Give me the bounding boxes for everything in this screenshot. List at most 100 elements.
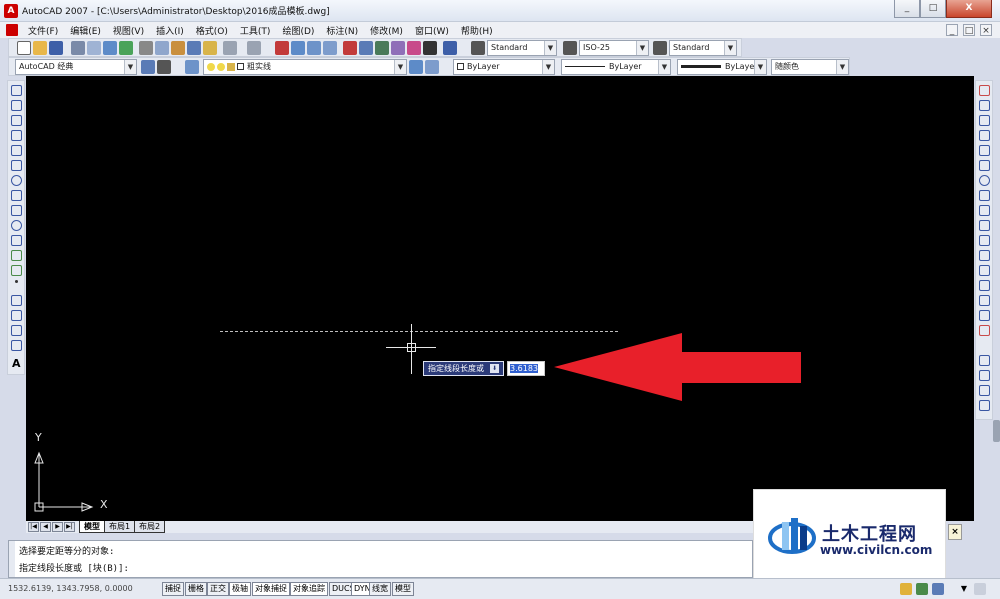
- text-style-select[interactable]: Standard ▼: [487, 40, 557, 56]
- tab-first-button[interactable]: |◀: [28, 522, 39, 532]
- menu-view[interactable]: 视图(V): [113, 24, 144, 37]
- dynamic-input-field[interactable]: 3.6183: [507, 361, 545, 376]
- help-icon[interactable]: [443, 41, 457, 55]
- dim-style-icon[interactable]: [563, 41, 577, 55]
- undo-icon[interactable]: [223, 41, 237, 55]
- doc-restore-button[interactable]: □: [963, 24, 975, 36]
- markup-icon[interactable]: [407, 41, 421, 55]
- menu-draw[interactable]: 绘图(D): [282, 24, 314, 37]
- tab-prev-button[interactable]: ◀: [40, 522, 51, 532]
- menu-insert[interactable]: 插入(I): [156, 24, 184, 37]
- plot-style-select[interactable]: 随颜色 ▼: [771, 59, 849, 75]
- ellipse-icon[interactable]: [11, 220, 22, 231]
- lineweight-toggle[interactable]: 线宽: [369, 582, 391, 596]
- command-window[interactable]: 选择要定距等分的对象: 指定线段长度或 [块(B)]:: [8, 540, 753, 578]
- window-resize-handle[interactable]: [993, 420, 1000, 442]
- layer-manager-icon[interactable]: [185, 60, 199, 74]
- block-editor-icon[interactable]: [203, 41, 217, 55]
- coordinate-readout[interactable]: 1532.6139, 1343.7958, 0.0000: [8, 584, 133, 593]
- menu-edit[interactable]: 编辑(E): [70, 24, 101, 37]
- copy-icon[interactable]: [155, 41, 169, 55]
- region-icon[interactable]: [11, 325, 22, 336]
- tab-model[interactable]: 模型: [79, 521, 105, 533]
- close-button[interactable]: X: [946, 0, 992, 18]
- status-menu-arrow-icon[interactable]: ▼: [958, 583, 970, 595]
- calculator-icon[interactable]: [423, 41, 437, 55]
- open-icon[interactable]: [33, 41, 47, 55]
- spline-icon[interactable]: [11, 205, 22, 216]
- rotate-icon[interactable]: [979, 175, 990, 186]
- join-icon[interactable]: [979, 280, 990, 291]
- construction-line-icon[interactable]: [11, 100, 22, 111]
- doc-minimize-button[interactable]: _: [946, 24, 958, 36]
- menu-window[interactable]: 窗口(W): [415, 24, 449, 37]
- multiline-text-icon[interactable]: A: [12, 357, 21, 370]
- rectangle-icon[interactable]: [11, 145, 22, 156]
- menu-modify[interactable]: 修改(M): [370, 24, 403, 37]
- doc-close-button[interactable]: ×: [980, 24, 992, 36]
- make-block-icon[interactable]: [11, 265, 22, 276]
- polygon-icon[interactable]: [11, 130, 22, 141]
- menu-format[interactable]: 格式(O): [196, 24, 228, 37]
- otrack-toggle[interactable]: 对象追踪: [290, 582, 328, 596]
- mirror-icon[interactable]: [979, 115, 990, 126]
- annotation-scale-icon[interactable]: [932, 583, 944, 595]
- workspace-settings-icon[interactable]: [141, 60, 155, 74]
- polar-toggle[interactable]: 极轴: [229, 582, 251, 596]
- table-style-icon[interactable]: [653, 41, 667, 55]
- design-center-icon[interactable]: [359, 41, 373, 55]
- gradient-icon[interactable]: [11, 310, 22, 321]
- color-select[interactable]: ByLayer ▼: [453, 59, 555, 75]
- minimize-button[interactable]: _: [894, 0, 920, 18]
- tool-palettes-icon[interactable]: [375, 41, 389, 55]
- sheet-set-icon[interactable]: [391, 41, 405, 55]
- make-current-layer-icon[interactable]: [409, 60, 423, 74]
- snap-toggle[interactable]: 捕捉: [162, 582, 184, 596]
- model-toggle[interactable]: 模型: [392, 582, 414, 596]
- tab-last-button[interactable]: ▶|: [64, 522, 75, 532]
- properties-icon[interactable]: [343, 41, 357, 55]
- break-icon[interactable]: [979, 265, 990, 276]
- text-style-icon[interactable]: [471, 41, 485, 55]
- document-icon[interactable]: [6, 24, 18, 36]
- chamfer-icon[interactable]: [979, 295, 990, 306]
- ellipse-arc-icon[interactable]: [11, 235, 22, 246]
- dim-style-select[interactable]: ISO-25 ▼: [579, 40, 649, 56]
- move-icon[interactable]: [979, 160, 990, 171]
- stretch-icon[interactable]: [979, 205, 990, 216]
- fillet-icon[interactable]: [979, 310, 990, 321]
- menu-file[interactable]: 文件(F): [28, 24, 58, 37]
- match-properties-icon[interactable]: [187, 41, 201, 55]
- hatch-icon[interactable]: [11, 295, 22, 306]
- publish-icon[interactable]: [103, 41, 117, 55]
- clean-screen-icon[interactable]: [974, 583, 986, 595]
- pan-icon[interactable]: [275, 41, 289, 55]
- zoom-realtime-icon[interactable]: [291, 41, 305, 55]
- linetype-select[interactable]: ByLayer ▼: [561, 59, 671, 75]
- zoom-previous-icon[interactable]: [323, 41, 337, 55]
- drawing-canvas[interactable]: 指定线段长度或 ⬇ 3.6183 Y X: [26, 76, 974, 521]
- prompt-options-icon[interactable]: ⬇: [490, 364, 499, 373]
- arc-icon[interactable]: [11, 160, 22, 171]
- osnap-toggle[interactable]: 对象捕捉: [252, 582, 290, 596]
- erase-icon[interactable]: [979, 85, 990, 96]
- send-to-back-icon[interactable]: [979, 385, 990, 396]
- tab-next-button[interactable]: ▶: [52, 522, 63, 532]
- explode-icon[interactable]: [979, 325, 990, 336]
- paste-icon[interactable]: [171, 41, 185, 55]
- new-icon[interactable]: [17, 41, 31, 55]
- tab-layout1[interactable]: 布局1: [104, 521, 136, 533]
- scale-icon[interactable]: [979, 190, 990, 201]
- layer-select[interactable]: 粗实线 ▼: [203, 59, 407, 75]
- trim-icon[interactable]: [979, 220, 990, 231]
- array-icon[interactable]: [979, 145, 990, 156]
- zoom-window-icon[interactable]: [307, 41, 321, 55]
- point-icon[interactable]: [15, 280, 18, 283]
- print-icon[interactable]: [71, 41, 85, 55]
- table-style-select[interactable]: Standard ▼: [669, 40, 737, 56]
- revision-cloud-icon[interactable]: [11, 190, 22, 201]
- workspace-select[interactable]: AutoCAD 经典 ▼: [15, 59, 137, 75]
- lineweight-select[interactable]: ByLayer ▼: [677, 59, 767, 75]
- bring-above-icon[interactable]: [979, 400, 990, 411]
- table-icon[interactable]: [11, 340, 22, 351]
